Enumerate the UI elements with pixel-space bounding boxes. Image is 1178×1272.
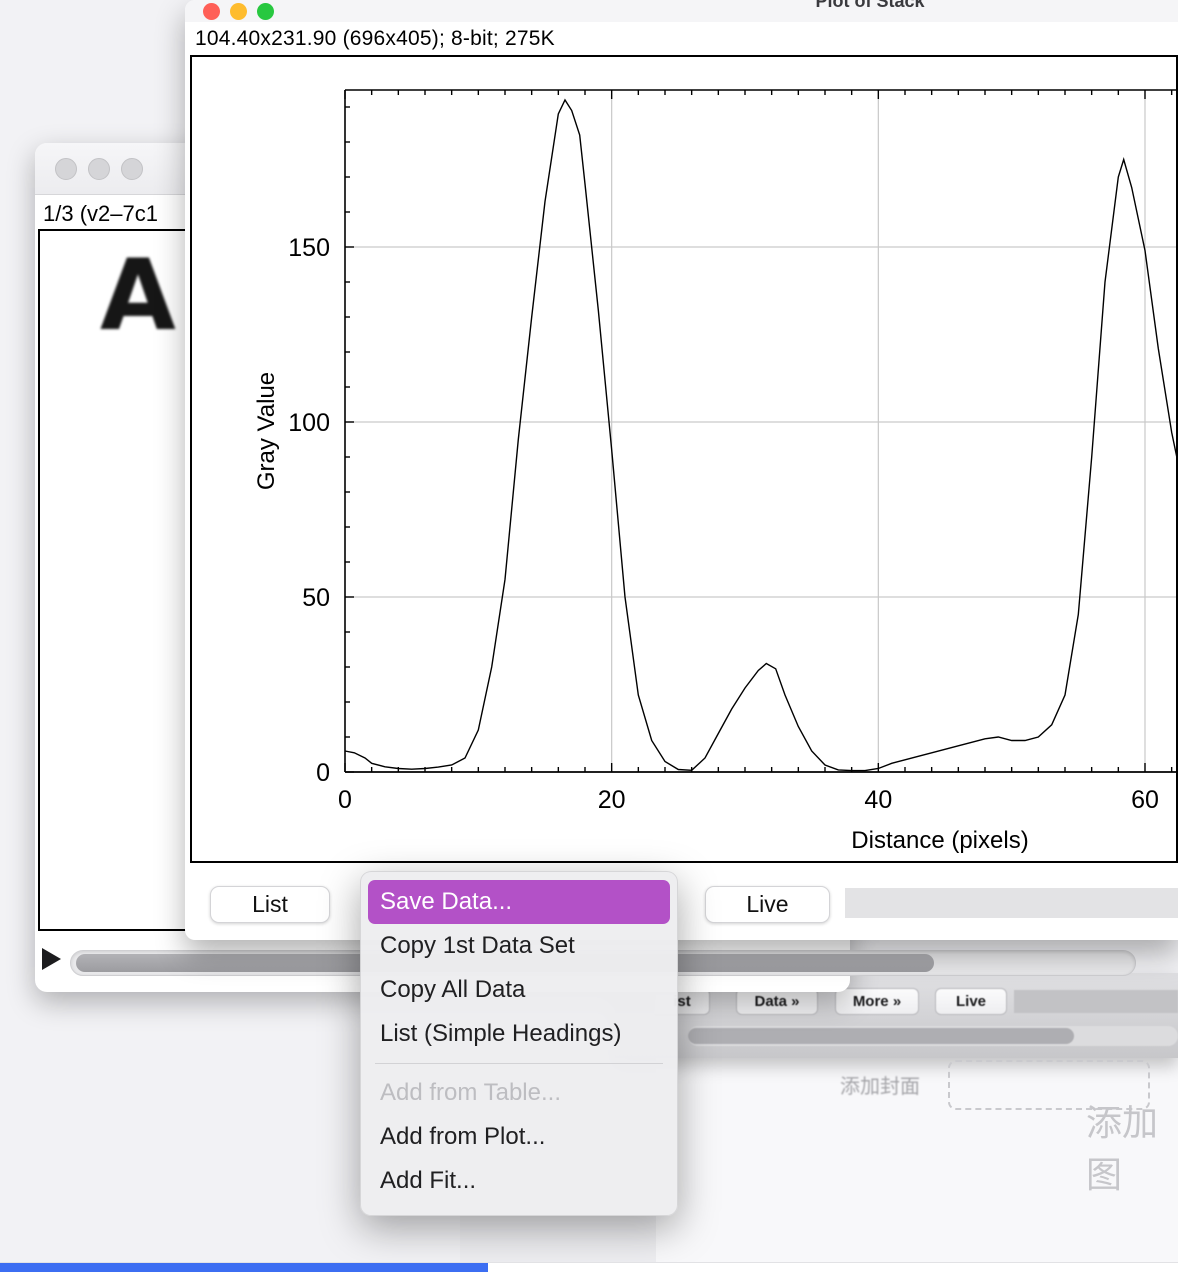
- svg-text:0: 0: [338, 786, 352, 814]
- bg-live-button[interactable]: Live: [935, 988, 1007, 1015]
- zoom-button[interactable]: [121, 158, 143, 180]
- svg-text:100: 100: [288, 409, 330, 437]
- minimize-button[interactable]: [88, 158, 110, 180]
- svg-text:Gray Value: Gray Value: [253, 372, 280, 490]
- bottom-blue-bar: [0, 1263, 488, 1272]
- bg-more-button[interactable]: More »: [835, 988, 919, 1015]
- svg-text:Distance (pixels): Distance (pixels): [851, 827, 1028, 854]
- image-letter: A: [100, 239, 176, 353]
- close-button[interactable]: [203, 3, 220, 20]
- svg-text:0: 0: [316, 759, 330, 787]
- svg-text:60: 60: [1131, 786, 1159, 814]
- plot-status-line: 104.40x231.90 (696x405); 8-bit; 275K: [195, 27, 555, 51]
- svg-text:50: 50: [302, 584, 330, 612]
- add-cover-label: 添加封面: [840, 1070, 920, 1099]
- list-button[interactable]: List: [210, 886, 330, 923]
- plot-coordinates-bar: [845, 888, 1178, 918]
- list-button-label: List: [252, 891, 288, 918]
- menu-item-label: Add from Plot...: [380, 1123, 545, 1151]
- add-image-label[interactable]: 添加图: [1086, 1094, 1178, 1198]
- minimize-button[interactable]: [230, 3, 247, 20]
- menu-item-label: Copy 1st Data Set: [380, 932, 575, 960]
- plot-window: Plot of Stack 104.40x231.90 (696x405); 8…: [185, 0, 1178, 940]
- svg-text:150: 150: [288, 234, 330, 262]
- zoom-button[interactable]: [257, 3, 274, 20]
- menu-item-label: Copy All Data: [380, 976, 525, 1004]
- play-icon[interactable]: [42, 948, 61, 970]
- menu-item-copy-1st-data-set[interactable]: Copy 1st Data Set: [368, 924, 670, 968]
- menu-item-copy-all-data[interactable]: Copy All Data: [368, 968, 670, 1012]
- svg-text:40: 40: [864, 786, 892, 814]
- bg-coordinates-bar: [1014, 990, 1178, 1013]
- live-button-label: Live: [746, 891, 788, 918]
- bg-more-label: More »: [853, 993, 901, 1010]
- menu-item-add-from-plot[interactable]: Add from Plot...: [368, 1115, 670, 1159]
- plot-canvas: 0 20 40 60 0 50 100 150 Distance (pixels) Gray Va…: [190, 55, 1178, 863]
- menu-item-add-from-table: Add from Table...: [368, 1071, 670, 1115]
- menu-item-label: Add Fit...: [380, 1167, 476, 1195]
- window-title: Plot of Stack: [815, 0, 924, 12]
- menu-item-label: Add from Table...: [380, 1079, 561, 1107]
- live-button[interactable]: Live: [705, 886, 830, 923]
- bg-live-label: Live: [956, 993, 986, 1010]
- image-window-status: 1/3 (v2–7c1: [43, 201, 158, 227]
- close-button[interactable]: [55, 158, 77, 180]
- menu-item-add-fit[interactable]: Add Fit...: [368, 1159, 670, 1203]
- profile-chart: 0 20 40 60 0 50 100 150 Distance (pixels) Gray Va…: [192, 57, 1178, 863]
- svg-text:20: 20: [598, 786, 626, 814]
- bg-data-button[interactable]: Data »: [736, 988, 818, 1015]
- menu-separator: [375, 1063, 663, 1064]
- menu-item-label: Save Data...: [380, 888, 512, 916]
- menu-item-label: List (Simple Headings): [380, 1020, 621, 1048]
- plot-window-titlebar: Plot of Stack: [185, 0, 1178, 22]
- bg-data-label: Data »: [754, 993, 799, 1010]
- menu-item-save-data[interactable]: Save Data...: [368, 880, 670, 924]
- data-context-menu: Save Data... Copy 1st Data Set Copy All …: [360, 871, 678, 1216]
- bg-scrollbar-thumb[interactable]: [688, 1028, 1074, 1044]
- menu-item-list-simple-headings[interactable]: List (Simple Headings): [368, 1012, 670, 1056]
